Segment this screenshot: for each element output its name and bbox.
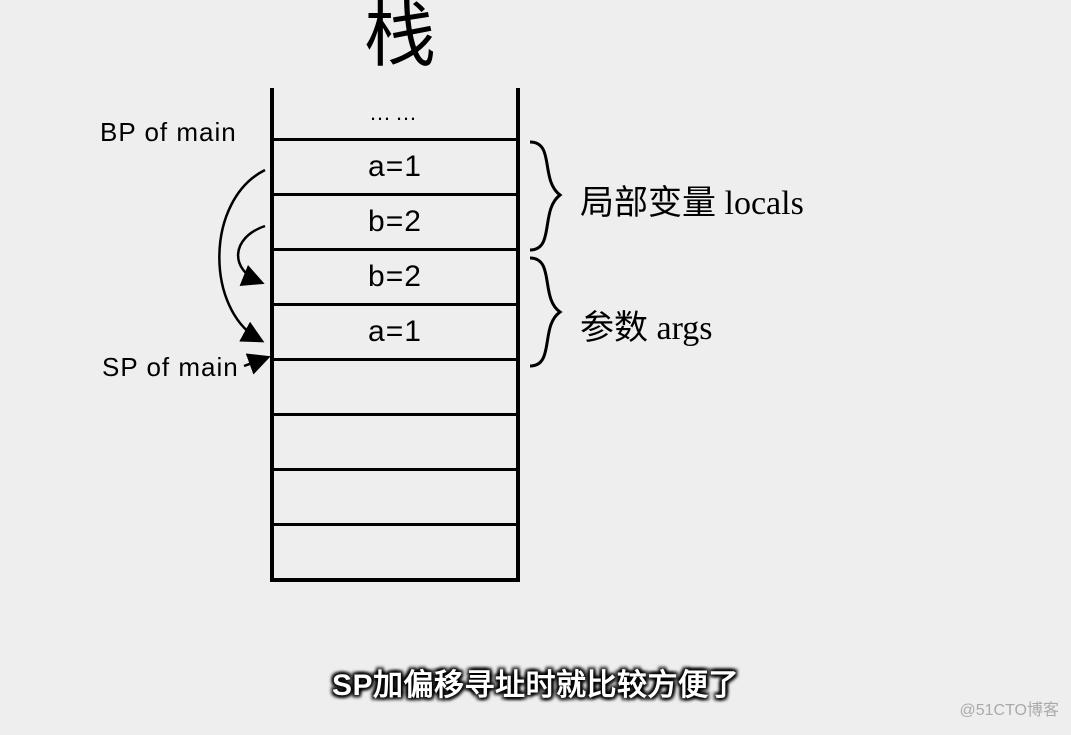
stack-cell: a=1 <box>274 303 516 358</box>
subtitle-container: SP加偏移寻址时就比较方便了 <box>0 660 1071 704</box>
brace-args-icon <box>530 258 560 366</box>
watermark-text: @51CTO博客 <box>959 696 1059 720</box>
stack-cell-empty <box>274 413 516 468</box>
stack-cell-empty <box>274 358 516 413</box>
brace-locals-icon <box>530 142 560 250</box>
stack-cell: a=1 <box>274 138 516 193</box>
sp-arrow-icon <box>244 358 266 366</box>
stack-cell-empty <box>274 523 516 578</box>
args-group-label: 参数 args <box>580 300 713 349</box>
diagram-stage: 栈 …… a=1 b=2 b=2 a=1 BP of main SP of ma… <box>0 0 1071 735</box>
copy-arrow-a-icon <box>219 170 265 340</box>
stack-title: 栈 <box>340 0 460 72</box>
sp-pointer-label: SP of main <box>102 352 239 383</box>
stack-column: …… a=1 b=2 b=2 a=1 <box>270 88 520 582</box>
locals-group-label: 局部变量 locals <box>580 175 804 224</box>
stack-cell-empty <box>274 468 516 523</box>
stack-cell-top: …… <box>274 88 516 138</box>
stack-cell: b=2 <box>274 193 516 248</box>
stack-cell: b=2 <box>274 248 516 303</box>
video-subtitle: SP加偏移寻址时就比较方便了 <box>332 660 739 704</box>
copy-arrow-b-icon <box>238 226 265 282</box>
bp-pointer-label: BP of main <box>100 117 237 148</box>
